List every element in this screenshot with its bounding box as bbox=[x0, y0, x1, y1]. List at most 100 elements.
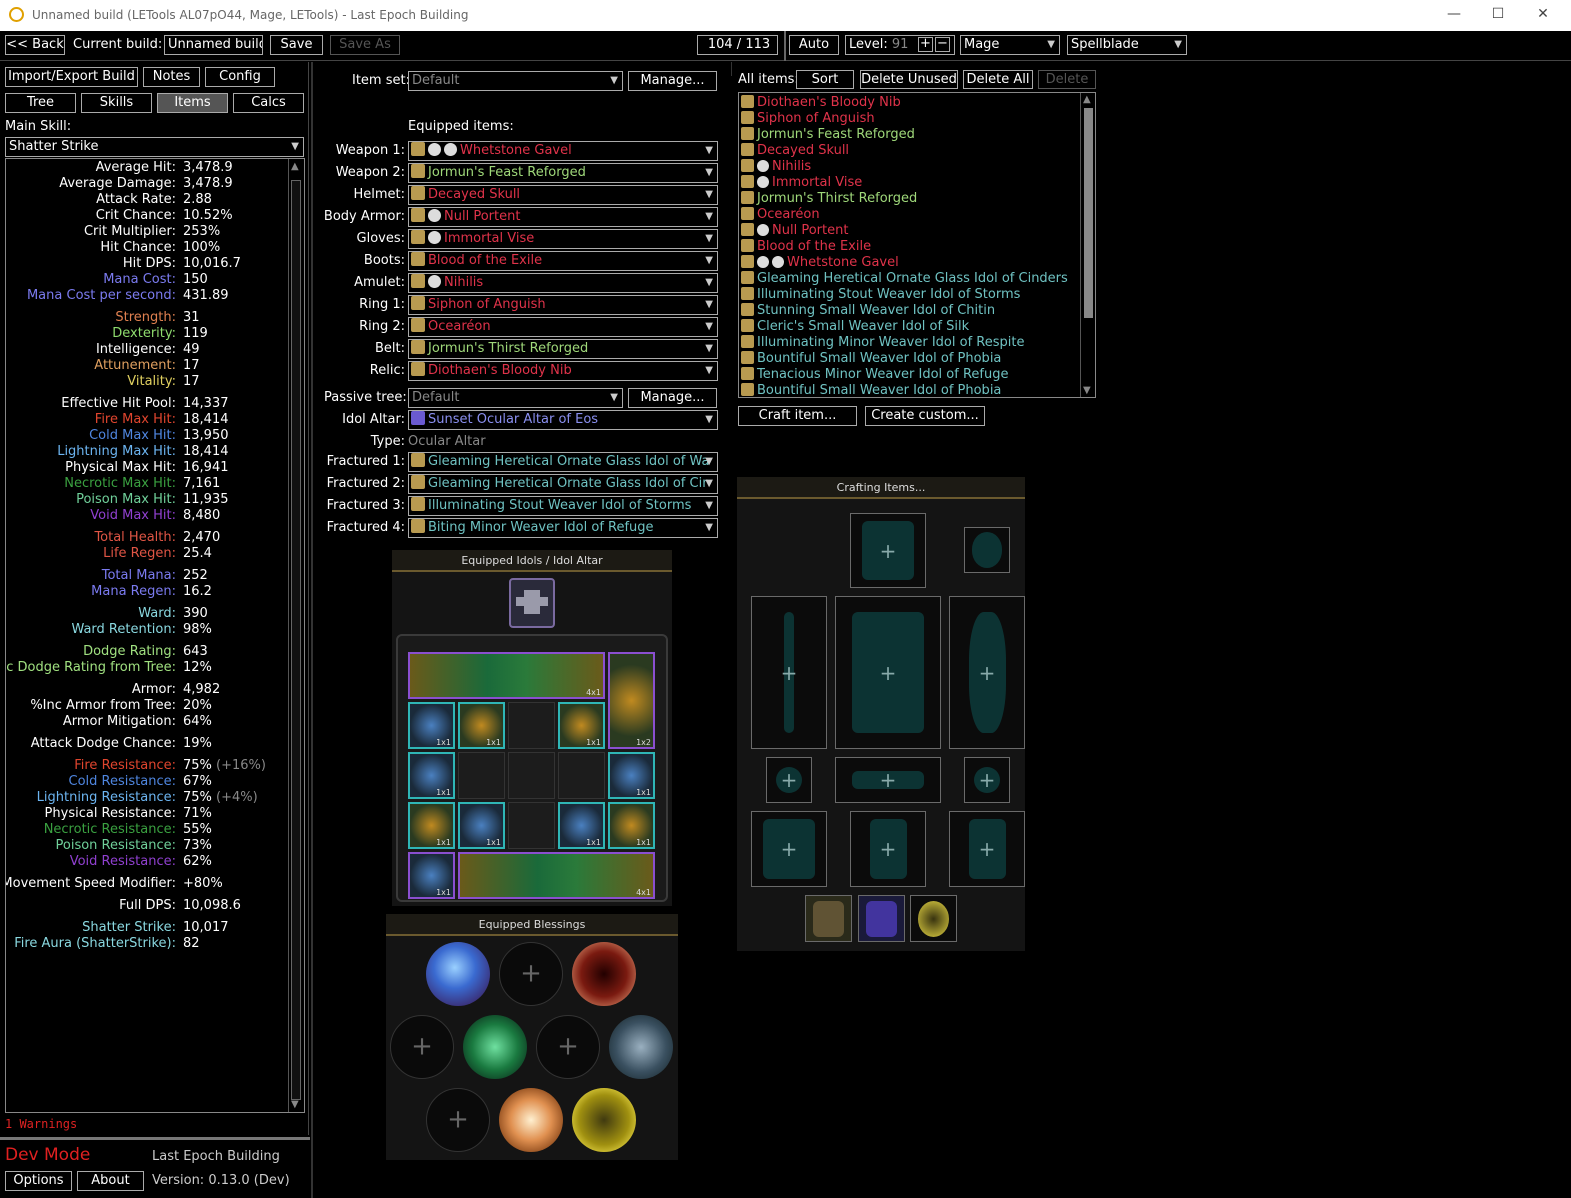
blessing-empty-slot[interactable]: + bbox=[536, 1015, 600, 1079]
blessing-empty-slot[interactable]: + bbox=[426, 1088, 490, 1152]
craft-slot-ring-2[interactable]: + bbox=[964, 757, 1010, 803]
craft-slot-gloves[interactable]: + bbox=[751, 811, 827, 887]
tab-calcs[interactable]: Calcs bbox=[233, 93, 304, 113]
equipped-slot-select[interactable]: Jormun's Feast Reforged bbox=[408, 163, 718, 183]
item-list-row[interactable]: Diothaen's Bloody Nib bbox=[741, 95, 901, 111]
equipped-idol[interactable]: 1x1 bbox=[408, 802, 455, 849]
level-minus-button[interactable]: − bbox=[935, 37, 950, 52]
save-button[interactable]: Save bbox=[270, 35, 323, 55]
create-custom-button[interactable]: Create custom... bbox=[865, 406, 985, 426]
equipped-idol[interactable]: 4x1 bbox=[408, 652, 605, 699]
equipped-idol[interactable]: 1x1 bbox=[458, 802, 505, 849]
close-icon[interactable]: ✕ bbox=[1533, 6, 1553, 22]
item-list-row[interactable]: Gleaming Heretical Ornate Glass Idol of … bbox=[741, 271, 1068, 287]
fractured-slot-select[interactable]: Gleaming Heretical Ornate Glass Idol of … bbox=[408, 474, 718, 494]
scroll-thumb[interactable] bbox=[1084, 108, 1093, 318]
empty-idol-cell[interactable] bbox=[508, 752, 555, 799]
equipped-slot-select[interactable]: Diothaen's Bloody Nib bbox=[408, 361, 718, 381]
equipped-slot-select[interactable]: Decayed Skull bbox=[408, 185, 718, 205]
save-as-button[interactable]: Save As bbox=[330, 35, 400, 55]
equipped-idol[interactable]: 1x1 bbox=[408, 752, 455, 799]
blessing-frost-orb[interactable] bbox=[426, 942, 490, 1006]
blessing-empty-slot[interactable]: + bbox=[499, 942, 563, 1006]
tab-skills[interactable]: Skills bbox=[81, 93, 152, 113]
tab-tree[interactable]: Tree bbox=[5, 93, 76, 113]
equipped-idol[interactable]: 1x1 bbox=[408, 852, 455, 899]
item-list-row[interactable]: Illuminating Stout Weaver Idol of Storms bbox=[741, 287, 1020, 303]
equipped-slot-select[interactable]: Ocearéon bbox=[408, 317, 718, 337]
scroll-up-icon[interactable]: ▲ bbox=[291, 161, 299, 172]
equipped-idol[interactable]: 1x1 bbox=[558, 702, 605, 749]
equipped-slot-select[interactable]: Whetstone Gavel bbox=[408, 141, 718, 161]
blessing-gold-orb[interactable] bbox=[572, 1088, 636, 1152]
item-list-row[interactable]: Bountiful Small Weaver Idol of Phobia bbox=[741, 383, 1001, 397]
equipped-slot-select[interactable]: Nihilis bbox=[408, 273, 718, 293]
scroll-thumb[interactable] bbox=[291, 180, 301, 1100]
item-list-row[interactable]: Siphon of Anguish bbox=[741, 111, 875, 127]
craft-slot-relic[interactable]: + bbox=[949, 811, 1025, 887]
import-export-button[interactable]: Import/Export Build bbox=[5, 67, 138, 87]
all-items-list[interactable]: Diothaen's Bloody Nib Siphon of Anguish Jo… bbox=[738, 92, 1096, 398]
item-list-row[interactable]: Blood of the Exile bbox=[741, 239, 871, 255]
equipped-slot-select[interactable]: Immortal Vise bbox=[408, 229, 718, 249]
blessing-nature-orb[interactable] bbox=[463, 1015, 527, 1079]
item-list-row[interactable]: Tenacious Minor Weaver Idol of Refuge bbox=[741, 367, 1008, 383]
equipped-slot-select[interactable]: Null Portent bbox=[408, 207, 718, 227]
delete-all-button[interactable]: Delete All bbox=[963, 70, 1033, 89]
delete-unused-button[interactable]: Delete Unused bbox=[860, 70, 958, 89]
equipped-idol[interactable]: 1x1 bbox=[608, 752, 655, 799]
main-skill-select[interactable]: Shatter Strike bbox=[5, 137, 304, 157]
item-set-select[interactable]: Default bbox=[408, 71, 623, 91]
equipped-idol[interactable]: 1x1 bbox=[558, 802, 605, 849]
equipped-idol[interactable]: 1x1 bbox=[458, 702, 505, 749]
notes-button[interactable]: Notes bbox=[143, 67, 200, 87]
equipped-idol[interactable]: 1x1 bbox=[408, 702, 455, 749]
item-list-row[interactable]: Bountiful Small Weaver Idol of Phobia bbox=[741, 351, 1001, 367]
craft-item-button[interactable]: Craft item... bbox=[738, 406, 857, 426]
craft-slot-boots[interactable]: + bbox=[850, 811, 926, 887]
item-list-row[interactable]: Cleric's Small Weaver Idol of Silk bbox=[741, 319, 969, 335]
item-list-row[interactable]: Whetstone Gavel bbox=[741, 255, 899, 271]
equipped-slot-select[interactable]: Blood of the Exile bbox=[408, 251, 718, 271]
craft-slot-helmet[interactable]: + bbox=[850, 513, 926, 588]
empty-idol-cell[interactable] bbox=[508, 802, 555, 849]
scroll-down-icon[interactable]: ▼ bbox=[291, 1099, 299, 1110]
blessing-empty-slot[interactable]: + bbox=[390, 1015, 454, 1079]
item-list-row[interactable]: Jormun's Feast Reforged bbox=[741, 127, 915, 143]
fractured-slot-select[interactable]: Biting Minor Weaver Idol of Refuge bbox=[408, 518, 718, 538]
empty-idol-cell[interactable] bbox=[458, 752, 505, 799]
item-list-row[interactable]: Decayed Skull bbox=[741, 143, 849, 159]
item-list-scrollbar[interactable]: ▲ ▼ bbox=[1080, 93, 1095, 397]
back-button[interactable]: << Back bbox=[5, 35, 65, 55]
craft-slot-blessing[interactable] bbox=[910, 895, 957, 942]
equipped-idol[interactable]: 4x1 bbox=[458, 852, 655, 899]
sort-button[interactable]: Sort bbox=[796, 70, 854, 89]
craft-slot-amulet[interactable] bbox=[964, 527, 1010, 573]
item-list-row[interactable]: Ocearéon bbox=[741, 207, 820, 223]
craft-slot-altar[interactable] bbox=[858, 895, 905, 942]
scroll-up-icon[interactable]: ▲ bbox=[1083, 94, 1091, 105]
item-list-row[interactable]: Null Portent bbox=[741, 223, 848, 239]
item-list-row[interactable]: Jormun's Thirst Reforged bbox=[741, 191, 917, 207]
item-list-row[interactable]: Stunning Small Weaver Idol of Chitin bbox=[741, 303, 995, 319]
equipped-idol[interactable]: 1x2 bbox=[608, 652, 655, 749]
tab-items[interactable]: Items bbox=[157, 93, 228, 113]
item-list-row[interactable]: Immortal Vise bbox=[741, 175, 862, 191]
level-plus-button[interactable]: + bbox=[918, 37, 933, 52]
build-name-field[interactable]: Unnamed build bbox=[164, 35, 263, 55]
class-select[interactable]: Mage bbox=[960, 35, 1060, 55]
mastery-select[interactable]: Spellblade bbox=[1067, 35, 1187, 55]
item-list-row[interactable]: Nihilis bbox=[741, 159, 811, 175]
passive-tree-select[interactable]: Default bbox=[408, 388, 623, 408]
about-button[interactable]: About bbox=[77, 1171, 144, 1191]
scroll-down-icon[interactable]: ▼ bbox=[1083, 385, 1091, 396]
empty-idol-cell[interactable] bbox=[508, 702, 555, 749]
craft-slot-body-armor[interactable]: + bbox=[835, 596, 941, 749]
equipped-slot-select[interactable]: Siphon of Anguish bbox=[408, 295, 718, 315]
idol-altar-select[interactable]: Sunset Ocular Altar of Eos bbox=[408, 410, 718, 430]
craft-slot-weapon[interactable]: + bbox=[751, 596, 827, 749]
auto-level-button[interactable]: Auto bbox=[789, 35, 839, 55]
fractured-slot-select[interactable]: Gleaming Heretical Ornate Glass Idol of … bbox=[408, 452, 718, 472]
item-set-manage-button[interactable]: Manage... bbox=[628, 71, 717, 91]
blessing-flame-orb[interactable] bbox=[572, 942, 636, 1006]
